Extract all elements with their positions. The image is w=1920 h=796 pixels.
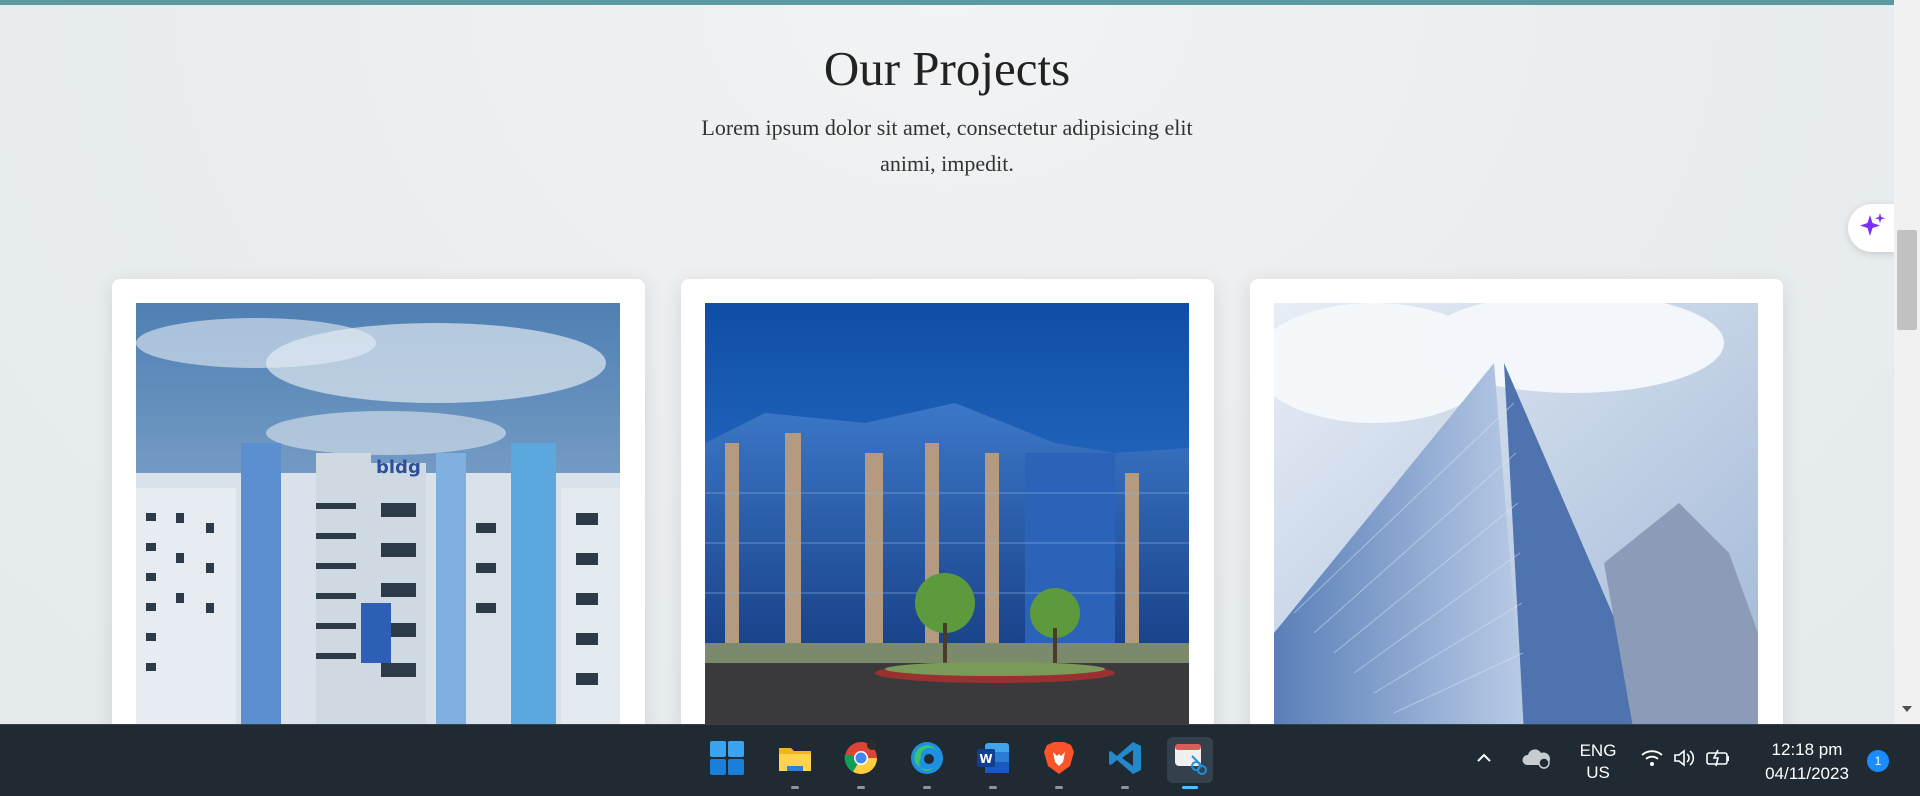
project-card-1[interactable]: bldg [112, 279, 645, 724]
sparkle-icon [1857, 211, 1887, 246]
edge-button[interactable] [904, 737, 950, 789]
edge-icon [909, 740, 945, 781]
section-title: Our Projects [823, 41, 1071, 96]
show-hidden-icons-button[interactable] [1468, 737, 1500, 783]
project-card-3[interactable] [1250, 279, 1783, 724]
language-code: ENG [1579, 741, 1617, 760]
clock-date: 04/11/2023 [1765, 764, 1849, 783]
page-scrollbar[interactable] [1894, 0, 1920, 724]
running-indicator [989, 786, 997, 789]
chrome-button[interactable] [838, 737, 884, 789]
clock[interactable]: 12:18 pm 04/11/2023 [1752, 738, 1862, 786]
file-explorer-button[interactable] [772, 737, 818, 789]
project-image-2[interactable] [705, 303, 1189, 724]
top-accent-bar [0, 0, 1894, 5]
running-indicator [1055, 786, 1063, 789]
snipping-tool-icon [1172, 740, 1208, 781]
language-indicator[interactable]: ENG US [1574, 740, 1622, 784]
running-indicator [791, 786, 799, 789]
web-page-viewport: Our Projects Lorem ipsum dolor sit amet,… [0, 0, 1894, 724]
running-indicator [857, 786, 865, 789]
brave-button[interactable] [1036, 737, 1082, 789]
battery-charging-icon [1705, 749, 1731, 772]
section-subtitle: Lorem ipsum dolor sit amet, consectetur … [701, 115, 1193, 176]
running-indicator [1121, 786, 1129, 789]
clock-time: 12:18 pm [1771, 740, 1843, 759]
onedrive-button[interactable] [1518, 737, 1554, 783]
windows-taskbar: W ENG US 12:18 pm 04/11/2023 [0, 724, 1920, 796]
brave-lion-icon [1041, 740, 1077, 781]
word-icon: W [975, 740, 1011, 781]
word-button[interactable]: W [970, 737, 1016, 789]
start-button[interactable] [704, 737, 750, 783]
vscode-icon [1107, 740, 1143, 781]
ai-assistant-button[interactable] [1848, 204, 1894, 252]
scrollbar-thumb[interactable] [1897, 230, 1917, 330]
snipping-tool-button[interactable] [1167, 737, 1213, 789]
region-code: US [1586, 763, 1610, 782]
cloud-sync-icon [1521, 747, 1551, 774]
folder-icon [777, 740, 813, 781]
wifi-icon [1641, 749, 1663, 772]
project-image-1[interactable]: bldg [136, 303, 620, 724]
vscode-button[interactable] [1102, 737, 1148, 789]
project-image-3[interactable] [1274, 303, 1758, 724]
project-card-2[interactable] [681, 279, 1214, 724]
volume-icon [1673, 748, 1695, 772]
running-indicator [923, 786, 931, 789]
windows-logo-icon [709, 740, 745, 781]
chrome-icon [843, 739, 879, 781]
scroll-down-arrow-icon[interactable] [1902, 706, 1912, 712]
chevron-up-icon [1475, 749, 1493, 772]
active-indicator [1182, 786, 1198, 789]
svg-text:bldg: bldg [376, 457, 421, 478]
notification-badge[interactable]: 1 [1867, 750, 1889, 772]
svg-text:W: W [979, 752, 992, 766]
quick-settings-button[interactable] [1636, 737, 1736, 783]
